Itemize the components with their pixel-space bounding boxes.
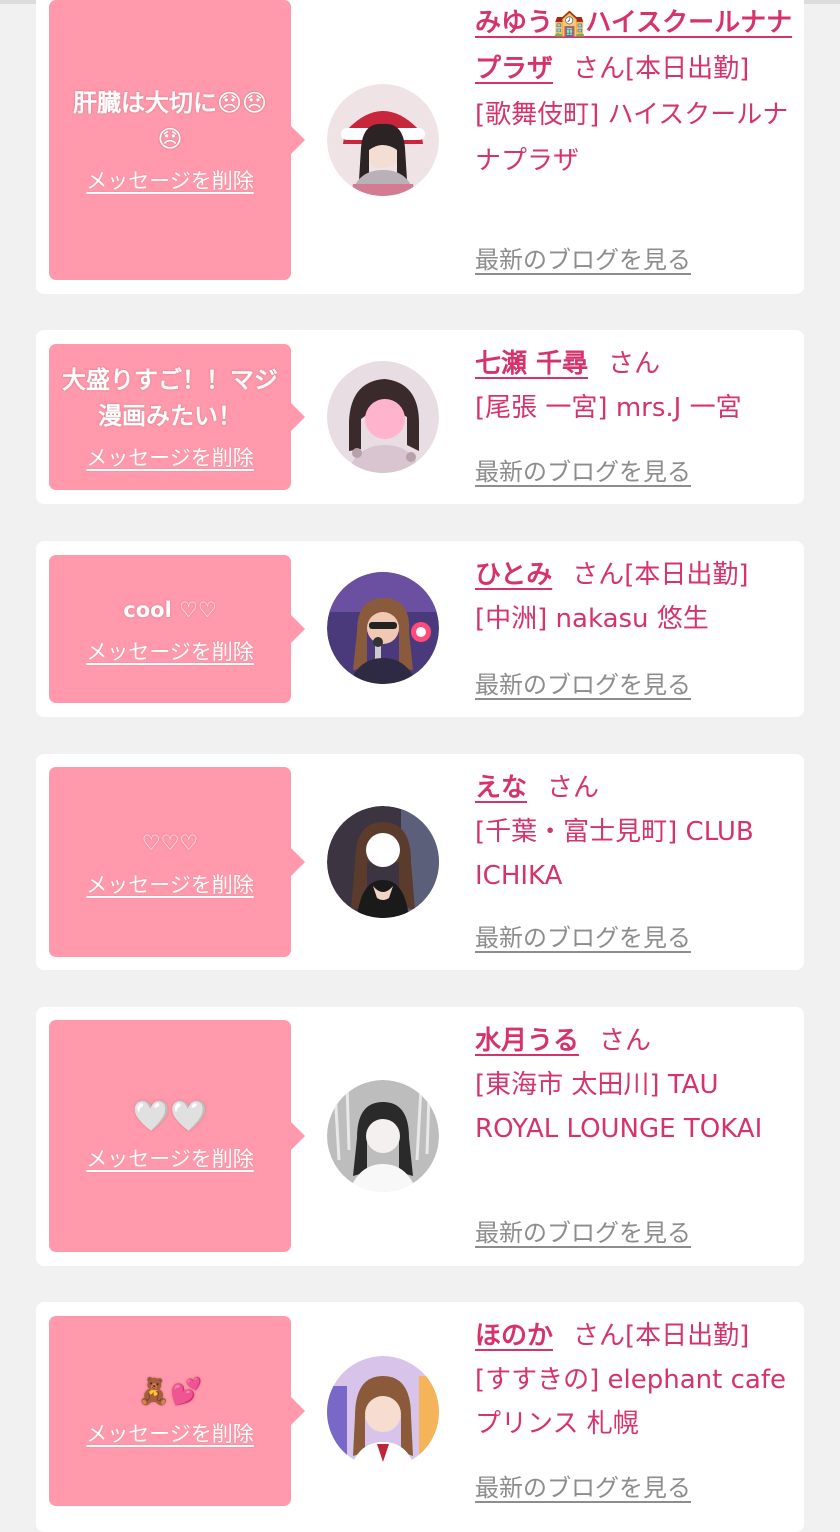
cast-avatar[interactable] (327, 1356, 439, 1468)
status-text: [本日出勤] (624, 560, 749, 590)
message-text: cool ♡♡ (123, 598, 217, 622)
shop-text: [すすきの] elephant cafe プリンス 札幌 (475, 1365, 786, 1439)
latest-blog-link[interactable]: 最新のブログを見る (475, 918, 691, 953)
message-bubble: cool ♡♡ メッセージを削除 (49, 555, 305, 703)
shop-text: [東海市 太田川] TAU ROYAL LOUNGE TOKAI (475, 1070, 763, 1144)
status-text: [本日出勤] (625, 1321, 750, 1351)
favorite-card: cool ♡♡ メッセージを削除 ひとみ さん[本日出勤] [中洲] nakasu… (36, 541, 804, 717)
message-bubble: ♡♡♡ メッセージを削除 (49, 767, 305, 957)
message-text: 大盛りすご！！マジ漫画みたい！ (62, 366, 278, 430)
message-bubble: 🤍🤍 メッセージを削除 (49, 1020, 305, 1252)
status-text: [本日出勤] (625, 54, 750, 84)
message-text: 🤍🤍 (132, 1099, 208, 1134)
latest-blog-link[interactable]: 最新のブログを見る (475, 1213, 691, 1248)
honorific: さん (547, 773, 600, 803)
message-text: 🧸💕 (137, 1377, 203, 1407)
cast-avatar[interactable] (327, 1080, 439, 1192)
message-bubble: 肝臓は大切に😞😞😞 メッセージを削除 (49, 0, 305, 280)
cast-name-link[interactable]: ほのか (475, 1321, 553, 1351)
delete-message-link[interactable]: メッセージを削除 (86, 165, 254, 195)
honorific: さん (599, 1026, 652, 1056)
honorific: さん (608, 349, 661, 379)
cast-avatar[interactable] (327, 361, 439, 473)
delete-message-link[interactable]: メッセージを削除 (86, 869, 254, 899)
cast-info: えな さん [千葉・富士見町] CLUB ICHIKA (475, 766, 797, 898)
latest-blog-link[interactable]: 最新のブログを見る (475, 240, 691, 275)
cast-name-link[interactable]: ひとみ (475, 560, 552, 590)
delete-message-link[interactable]: メッセージを削除 (86, 1418, 254, 1448)
honorific: さん (572, 560, 625, 590)
honorific: さん (573, 1321, 626, 1351)
delete-message-link[interactable]: メッセージを削除 (86, 442, 254, 472)
message-text: 肝臓は大切に😞😞😞 (72, 89, 268, 153)
favorite-card: 🧸💕 メッセージを削除 ほのか さん[本日出勤] [すすきの] elephant … (36, 1302, 804, 1532)
cast-info: みゆう🏫ハイスクールナナプラザ さん[本日出勤] [歌舞伎町] ハイスクールナナプ… (475, 0, 797, 184)
cast-avatar[interactable] (327, 84, 439, 196)
delete-message-link[interactable]: メッセージを削除 (86, 636, 254, 666)
shop-text: [尾張 一宮] mrs.J 一宮 (475, 393, 742, 423)
latest-blog-link[interactable]: 最新のブログを見る (475, 1468, 691, 1503)
shop-text: [中洲] nakasu 悠生 (475, 604, 709, 634)
cast-name-link[interactable]: えな (475, 773, 527, 803)
latest-blog-link[interactable]: 最新のブログを見る (475, 665, 691, 700)
cast-name-link[interactable]: 七瀬 千尋 (475, 349, 588, 379)
cast-avatar[interactable] (327, 806, 439, 918)
delete-message-link[interactable]: メッセージを削除 (86, 1143, 254, 1173)
cast-info: 七瀬 千尋 さん [尾張 一宮] mrs.J 一宮 (475, 342, 797, 430)
favorite-card: 🤍🤍 メッセージを削除 水月うる さん [東海市 太田川] TAU ROYAL L… (36, 1007, 804, 1266)
shop-text: [歌舞伎町] ハイスクールナナプラザ (475, 100, 789, 176)
latest-blog-link[interactable]: 最新のブログを見る (475, 452, 691, 487)
cast-info: 水月うる さん [東海市 太田川] TAU ROYAL LOUNGE TOKAI (475, 1019, 797, 1151)
message-bubble: 大盛りすご！！マジ漫画みたい！ メッセージを削除 (49, 344, 305, 490)
cast-avatar[interactable] (327, 572, 439, 684)
cast-name-link[interactable]: 水月うる (475, 1026, 579, 1056)
favorite-card: ♡♡♡ メッセージを削除 えな さん [千葉・富士見町] CLUB ICHIKA … (36, 754, 804, 970)
cast-info: ほのか さん[本日出勤] [すすきの] elephant cafe プリンス 札幌 (475, 1314, 797, 1446)
favorite-card: 大盛りすご！！マジ漫画みたい！ メッセージを削除 七瀬 千尋 さん [尾張 一宮]… (36, 330, 804, 504)
cast-info: ひとみ さん[本日出勤] [中洲] nakasu 悠生 (475, 553, 797, 641)
message-bubble: 🧸💕 メッセージを削除 (49, 1316, 305, 1506)
favorite-card: 肝臓は大切に😞😞😞 メッセージを削除 みゆう🏫ハイスクールナナプラザ さん[本日出… (36, 0, 804, 294)
message-text: ♡♡♡ (141, 831, 199, 855)
honorific: さん (573, 54, 626, 84)
shop-text: [千葉・富士見町] CLUB ICHIKA (475, 817, 754, 891)
